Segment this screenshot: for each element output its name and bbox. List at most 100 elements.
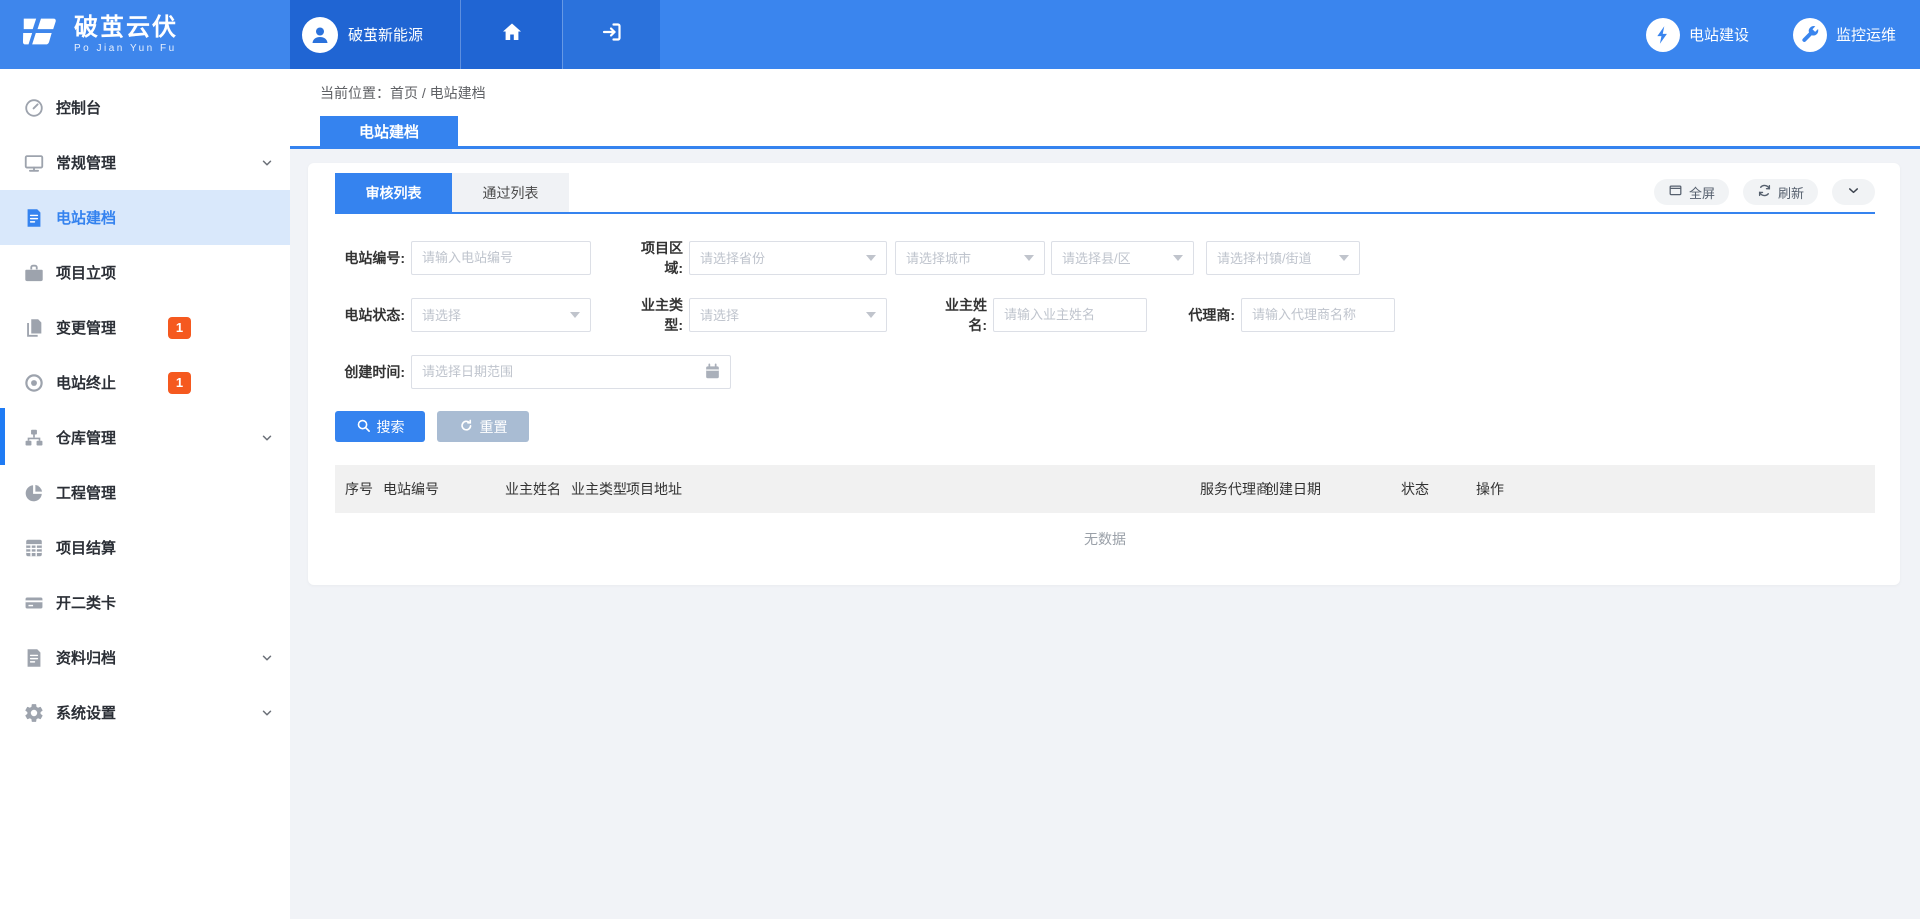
breadcrumb-home-link[interactable]: 首页 — [390, 85, 418, 101]
filter-form: 电站编号: 项目区域: 请选择省份 请选择城市 请选择县/区 请选择村镇/街道 — [335, 240, 1875, 442]
archive-file-icon — [22, 646, 46, 670]
select-arrow-icon — [570, 312, 580, 318]
filter-actions: 搜索 重置 — [335, 411, 1875, 442]
app-window: 破茧云伏 Po Jian Yun Fu 破茧新能源 — [0, 0, 1920, 919]
topbar-user-button[interactable]: 破茧新能源 — [290, 0, 460, 69]
sidebar: 控制台 常规管理 电站建档 — [0, 69, 290, 919]
table-header-row: 序号 电站编号 业主姓名 业主类型 项目地址 服务代理商 创建日期 状态 操作 — [335, 465, 1875, 513]
region-label: 项目区域: — [623, 238, 683, 278]
collapse-button[interactable] — [1832, 179, 1875, 205]
col-header-owner-name: 业主姓名 — [495, 465, 561, 513]
sidebar-item-warehouse-mgmt[interactable]: 仓库管理 — [0, 410, 290, 465]
quick-link-monitor-ops[interactable]: 监控运维 — [1793, 18, 1896, 52]
agent-input[interactable] — [1241, 298, 1395, 332]
col-header-actions: 操作 — [1466, 465, 1875, 513]
sidebar-item-data-archive[interactable]: 资料归档 — [0, 630, 290, 685]
calculator-icon — [22, 536, 46, 560]
select-arrow-icon — [866, 255, 876, 261]
select-arrow-icon — [1339, 255, 1349, 261]
filter-row-2: 电站状态: 请选择 业主类型: 请选择 业主姓名: 代理商: — [335, 297, 1875, 332]
sidebar-item-general-mgmt[interactable]: 常规管理 — [0, 135, 290, 190]
station-status-select[interactable]: 请选择 — [411, 298, 591, 332]
main-area: 当前位置：首页 / 电站建档 电站建档 审核列表 通过列表 — [290, 69, 1920, 919]
sidebar-item-project-settlement[interactable]: 项目结算 — [0, 520, 290, 575]
chevron-down-icon — [260, 431, 274, 445]
brand-subtitle: Po Jian Yun Fu — [74, 43, 178, 54]
col-header-project-address: 项目地址 — [616, 465, 1190, 513]
target-icon — [22, 371, 46, 395]
filter-row-3: 创建时间: — [335, 354, 1875, 389]
breadcrumb-prefix: 当前位置： — [320, 85, 390, 101]
owner-type-select[interactable]: 请选择 — [689, 298, 887, 332]
wrench-icon — [1793, 18, 1827, 52]
sidebar-item-station-filing[interactable]: 电站建档 — [0, 190, 290, 245]
sidebar-item-console[interactable]: 控制台 — [0, 80, 290, 135]
quick-link-station-build[interactable]: 电站建设 — [1646, 18, 1749, 52]
tab-underline — [290, 146, 1920, 149]
fullscreen-button[interactable]: 全屏 — [1654, 179, 1729, 205]
panel-tools: 全屏 刷新 — [1654, 179, 1875, 205]
panel-tabs: 审核列表 通过列表 全屏 — [335, 173, 1875, 214]
breadcrumb-strip: 当前位置：首页 / 电站建档 电站建档 — [290, 69, 1920, 146]
col-header-service-agent: 服务代理商 — [1190, 465, 1255, 513]
company-name: 破茧新能源 — [348, 24, 423, 45]
breadcrumb-separator: / — [422, 85, 426, 101]
reset-icon — [459, 418, 474, 436]
sidebar-item-type2-card[interactable]: 开二类卡 — [0, 575, 290, 630]
chevron-down-icon — [260, 651, 274, 665]
home-button[interactable] — [460, 0, 562, 69]
monitor-icon — [22, 151, 46, 175]
quick-link-label: 监控运维 — [1836, 24, 1896, 45]
brand-logo-area: 破茧云伏 Po Jian Yun Fu — [0, 0, 290, 69]
col-header-station-no: 电站编号 — [373, 465, 495, 513]
document-icon — [22, 206, 46, 230]
home-icon — [500, 20, 524, 49]
card-icon — [22, 591, 46, 615]
lightning-icon — [1646, 18, 1680, 52]
county-select[interactable]: 请选择县/区 — [1051, 241, 1194, 275]
search-button[interactable]: 搜索 — [335, 411, 425, 442]
date-range-input[interactable] — [411, 355, 731, 389]
sidebar-item-station-termination[interactable]: 电站终止 1 — [0, 355, 290, 410]
city-select[interactable]: 请选择城市 — [895, 241, 1045, 275]
sidebar-item-system-settings[interactable]: 系统设置 — [0, 685, 290, 740]
col-header-create-date: 创建日期 — [1255, 465, 1391, 513]
date-range-picker[interactable] — [411, 355, 731, 389]
content-card: 审核列表 通过列表 全屏 — [308, 163, 1900, 585]
station-status-label: 电站状态: — [335, 305, 405, 325]
refresh-button[interactable]: 刷新 — [1743, 179, 1818, 205]
filter-row-1: 电站编号: 项目区域: 请选择省份 请选择城市 请选择县/区 请选择村镇/街道 — [335, 240, 1875, 275]
page-tab-station-filing[interactable]: 电站建档 — [320, 116, 458, 146]
sidebar-scrollbar-thumb[interactable] — [0, 408, 5, 465]
province-select[interactable]: 请选择省份 — [689, 241, 887, 275]
breadcrumb: 当前位置：首页 / 电站建档 — [320, 83, 486, 103]
station-no-label: 电站编号: — [335, 248, 405, 268]
logout-button[interactable] — [562, 0, 660, 69]
sidebar-item-engineering-mgmt[interactable]: 工程管理 — [0, 465, 290, 520]
owner-name-input[interactable] — [993, 298, 1147, 332]
col-header-status: 状态 — [1391, 465, 1466, 513]
briefcase-icon — [22, 261, 46, 285]
fullscreen-icon — [1668, 183, 1683, 201]
notification-badge: 1 — [168, 317, 191, 339]
tab-review-list[interactable]: 审核列表 — [335, 173, 452, 212]
quick-link-label: 电站建设 — [1689, 24, 1749, 45]
town-select[interactable]: 请选择村镇/街道 — [1206, 241, 1360, 275]
sidebar-item-change-mgmt[interactable]: 变更管理 1 — [0, 300, 290, 355]
select-arrow-icon — [866, 312, 876, 318]
gear-icon — [22, 701, 46, 725]
reset-button[interactable]: 重置 — [437, 411, 529, 442]
brand-logo-icon — [18, 10, 62, 59]
select-arrow-icon — [1024, 255, 1034, 261]
pie-chart-icon — [22, 481, 46, 505]
notification-badge: 1 — [168, 372, 191, 394]
tab-passed-list[interactable]: 通过列表 — [452, 173, 569, 212]
refresh-icon — [1757, 183, 1772, 201]
topbar: 破茧云伏 Po Jian Yun Fu 破茧新能源 — [0, 0, 1920, 69]
brand-text: 破茧云伏 Po Jian Yun Fu — [74, 15, 178, 54]
empty-state-text: 无数据 — [335, 513, 1875, 565]
breadcrumb-current: 电站建档 — [430, 85, 486, 101]
create-time-label: 创建时间: — [335, 362, 405, 382]
sidebar-item-project-initiation[interactable]: 项目立项 — [0, 245, 290, 300]
station-no-input[interactable] — [411, 241, 591, 275]
